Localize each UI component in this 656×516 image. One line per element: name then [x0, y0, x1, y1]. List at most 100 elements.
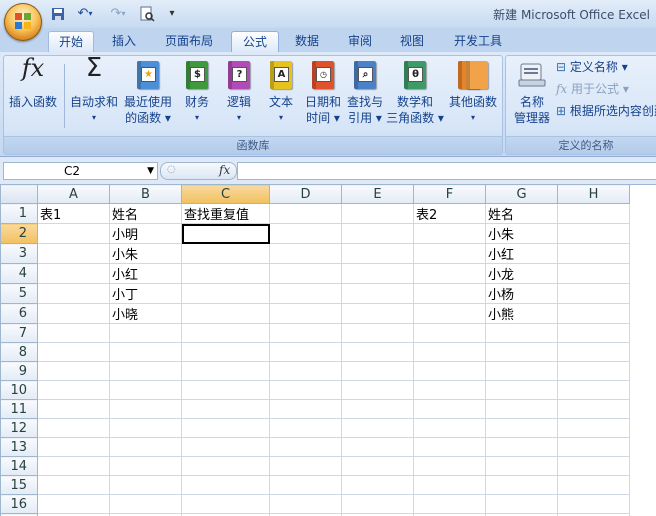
cell[interactable] — [109, 323, 182, 343]
save-icon[interactable] — [50, 5, 66, 22]
cell[interactable] — [341, 323, 414, 343]
tab-formulas[interactable]: 公式 — [231, 31, 279, 53]
cell[interactable] — [181, 456, 270, 476]
row-header[interactable]: 4 — [0, 263, 38, 284]
row-header[interactable]: 15 — [0, 475, 38, 495]
math-trig-button[interactable]: θ 数学和 三角函数 ▾ — [386, 60, 444, 126]
row-header[interactable]: 3 — [0, 243, 38, 264]
row-header[interactable]: 5 — [0, 283, 38, 304]
row-header[interactable]: 9 — [0, 361, 38, 381]
row-header[interactable]: 11 — [0, 399, 38, 419]
chevron-down-icon[interactable]: ▼ — [147, 163, 154, 179]
cell[interactable] — [37, 475, 110, 495]
cell[interactable] — [341, 361, 414, 381]
name-manager-button[interactable]: 名称 管理器 — [510, 60, 554, 126]
cell[interactable]: 小明 — [109, 223, 182, 244]
formula-input[interactable] — [237, 162, 656, 180]
cell[interactable] — [181, 323, 270, 343]
cell[interactable]: 小晓 — [109, 303, 182, 324]
cell[interactable] — [37, 283, 110, 304]
cell[interactable] — [109, 399, 182, 419]
cell[interactable] — [181, 303, 270, 324]
cell[interactable] — [341, 399, 414, 419]
cell[interactable] — [181, 342, 270, 362]
cell[interactable] — [37, 380, 110, 400]
autosum-button[interactable]: Σ 自动求和 ▾ — [68, 55, 120, 126]
row-header[interactable]: 10 — [0, 380, 38, 400]
cell[interactable] — [413, 223, 486, 244]
undo-icon[interactable]: ↶ ▾ — [70, 5, 100, 22]
tab-review[interactable]: 审阅 — [338, 31, 382, 52]
cell[interactable] — [485, 361, 558, 381]
cell[interactable] — [181, 494, 270, 514]
cell[interactable] — [109, 380, 182, 400]
cell[interactable] — [341, 243, 414, 264]
cell[interactable] — [37, 342, 110, 362]
cell[interactable] — [269, 456, 342, 476]
cell[interactable] — [413, 283, 486, 304]
cell[interactable] — [269, 303, 342, 324]
cell[interactable] — [181, 283, 270, 304]
cell[interactable] — [413, 494, 486, 514]
cell[interactable] — [341, 437, 414, 457]
cell[interactable] — [269, 203, 342, 224]
more-functions-button[interactable]: 其他函数 ▾ — [446, 60, 500, 126]
cell[interactable] — [485, 456, 558, 476]
cell[interactable] — [485, 323, 558, 343]
cell[interactable] — [557, 323, 630, 343]
cell[interactable] — [557, 437, 630, 457]
cell[interactable] — [181, 437, 270, 457]
cell[interactable] — [557, 475, 630, 495]
cell[interactable]: 小龙 — [485, 263, 558, 284]
tab-developer[interactable]: 开发工具 — [446, 31, 510, 52]
cell[interactable] — [557, 361, 630, 381]
cell[interactable] — [37, 494, 110, 514]
cell[interactable] — [413, 380, 486, 400]
row-header[interactable]: 16 — [0, 494, 38, 514]
name-box[interactable]: C2 ▼ — [3, 162, 158, 180]
cell[interactable] — [109, 342, 182, 362]
cell[interactable] — [269, 323, 342, 343]
cell[interactable] — [37, 418, 110, 438]
cell[interactable] — [109, 418, 182, 438]
cell[interactable] — [181, 418, 270, 438]
print-preview-icon[interactable] — [136, 5, 158, 22]
cell[interactable] — [181, 361, 270, 381]
cell[interactable] — [269, 494, 342, 514]
cell[interactable] — [557, 283, 630, 304]
redo-icon[interactable]: ↷ ▾ — [103, 5, 133, 22]
cell[interactable] — [413, 263, 486, 284]
cell[interactable] — [109, 475, 182, 495]
cell[interactable] — [181, 243, 270, 264]
cell[interactable] — [557, 456, 630, 476]
cell[interactable] — [485, 437, 558, 457]
cell[interactable] — [341, 475, 414, 495]
cell[interactable] — [341, 418, 414, 438]
cell[interactable] — [37, 323, 110, 343]
cell[interactable]: 姓名 — [109, 203, 182, 224]
cell[interactable] — [269, 243, 342, 264]
cell[interactable] — [109, 437, 182, 457]
cell[interactable] — [269, 475, 342, 495]
cell[interactable] — [37, 223, 110, 244]
row-header[interactable]: 13 — [0, 437, 38, 457]
cell[interactable] — [341, 380, 414, 400]
column-header[interactable]: H — [557, 184, 630, 204]
insert-function-button[interactable]: fx 插入函数 — [6, 56, 60, 110]
tab-view[interactable]: 视图 — [390, 31, 434, 52]
cell[interactable] — [413, 361, 486, 381]
cell[interactable] — [269, 399, 342, 419]
cell[interactable]: 查找重复值 — [181, 203, 270, 224]
row-header-selected[interactable]: 2 — [0, 223, 38, 244]
cell[interactable] — [413, 243, 486, 264]
cell[interactable] — [37, 303, 110, 324]
row-header[interactable]: 7 — [0, 323, 38, 343]
expand-icon[interactable]: ◌ — [167, 164, 176, 175]
cell[interactable] — [269, 418, 342, 438]
use-in-formula-button[interactable]: fx 用于公式 ▾ — [556, 80, 629, 97]
active-cell[interactable] — [181, 223, 270, 244]
cell[interactable] — [413, 475, 486, 495]
logical-button[interactable]: ? 逻辑 ▾ — [220, 60, 258, 126]
cell[interactable] — [557, 223, 630, 244]
cell[interactable] — [269, 263, 342, 284]
